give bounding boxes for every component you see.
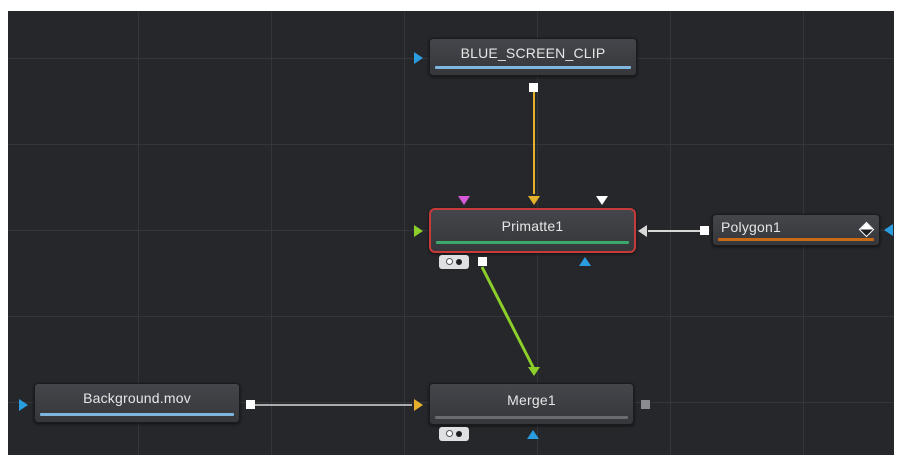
- node-color-bar: [436, 241, 629, 244]
- view-left-dot: [446, 258, 453, 265]
- blue-screen-clip-output-port[interactable]: [529, 83, 538, 92]
- primatte-output-port[interactable]: [478, 257, 487, 266]
- merge-mask-input-arrow[interactable]: [527, 430, 539, 439]
- node-color-bar: [718, 238, 874, 241]
- blue-screen-clip-input-arrow[interactable]: [414, 52, 423, 64]
- merge-view-toggle[interactable]: [439, 427, 469, 441]
- polygon-mask-input-arrow[interactable]: [638, 225, 647, 237]
- background-mov-input-arrow[interactable]: [19, 399, 28, 411]
- node-merge1[interactable]: Merge1: [429, 383, 634, 425]
- primatte-foreground-input-arrow[interactable]: [414, 225, 423, 237]
- node-color-bar: [435, 416, 628, 419]
- primatte-view-toggle[interactable]: [439, 255, 469, 269]
- node-blue-screen-clip[interactable]: BLUE_SCREEN_CLIP: [429, 38, 637, 76]
- primatte-mask-output-arrow[interactable]: [579, 257, 591, 266]
- node-color-bar: [40, 413, 234, 416]
- polygon-output-port[interactable]: [700, 226, 709, 235]
- view-right-dot: [456, 431, 462, 437]
- node-label: Primatte1: [501, 218, 564, 234]
- view-left-dot: [446, 430, 453, 437]
- node-editor-canvas[interactable]: BLUE_SCREEN_CLIP Primatte1 Polygon1 Back…: [8, 11, 894, 455]
- polygon-input-arrow[interactable]: [884, 224, 893, 236]
- background-mov-output-port[interactable]: [246, 400, 255, 409]
- wire-primatte-to-merge[interactable]: [480, 266, 536, 370]
- garbage-matte-input-arrow[interactable]: [458, 196, 470, 205]
- node-label: Polygon1: [721, 219, 781, 235]
- node-label: Background.mov: [83, 390, 191, 406]
- view-right-dot: [456, 259, 462, 265]
- effect-mask-input-arrow[interactable]: [596, 196, 608, 205]
- node-background-mov[interactable]: Background.mov: [34, 383, 240, 423]
- merge-background-input-arrow[interactable]: [414, 399, 423, 411]
- node-label: BLUE_SCREEN_CLIP: [460, 45, 606, 61]
- node-color-bar: [435, 66, 631, 69]
- node-label: Merge1: [507, 392, 556, 408]
- node-polygon1[interactable]: Polygon1: [712, 214, 880, 246]
- background-input-arrow[interactable]: [528, 196, 540, 205]
- merge-output-port[interactable]: [641, 400, 650, 409]
- merge-foreground-input-arrow[interactable]: [528, 367, 540, 376]
- node-primatte1[interactable]: Primatte1: [429, 208, 636, 253]
